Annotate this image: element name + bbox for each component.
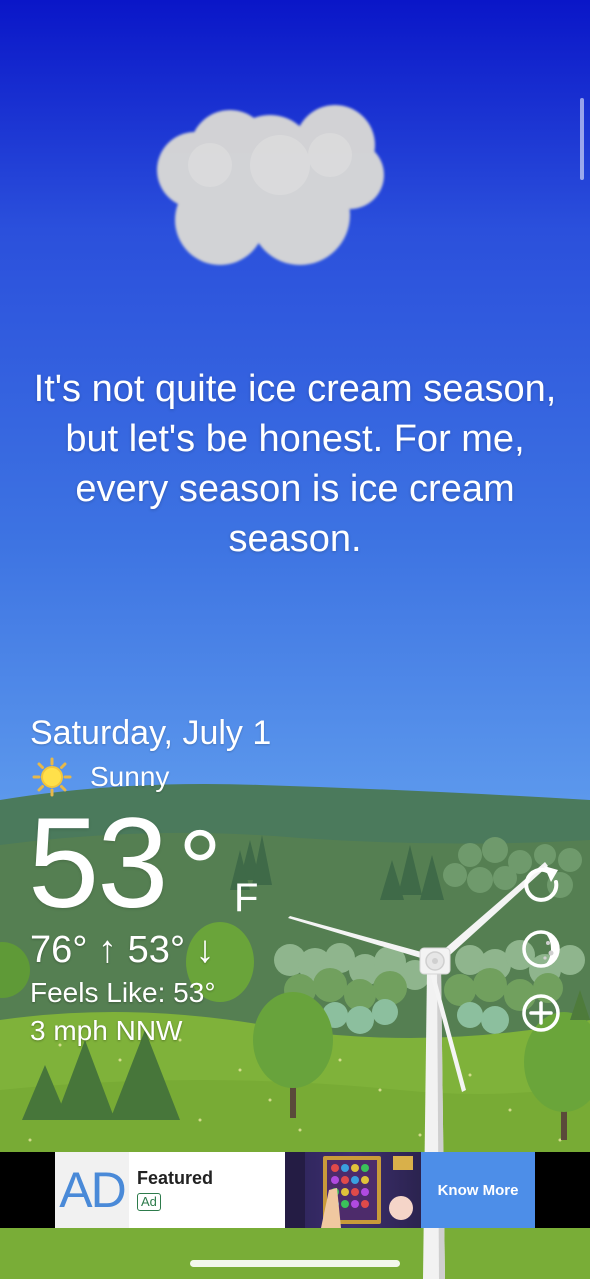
weather-quote: It's not quite ice cream season, but let… bbox=[33, 368, 557, 560]
add-location-button[interactable] bbox=[518, 990, 564, 1036]
sun-icon bbox=[32, 757, 72, 797]
ad-logo-text: AD bbox=[59, 1162, 126, 1218]
high-low-temperature: 76° ↑ 53° ↓ bbox=[30, 929, 215, 971]
degree-symbol: ° bbox=[178, 808, 222, 931]
cloud-icon bbox=[157, 105, 384, 265]
temperature-unit[interactable]: F bbox=[234, 876, 258, 920]
current-temperature: 53 bbox=[28, 792, 168, 935]
ad-game-image bbox=[285, 1152, 421, 1228]
refresh-icon bbox=[524, 866, 559, 902]
home-indicator[interactable] bbox=[190, 1260, 400, 1267]
ad-content[interactable]: AD Featured Ad Know More bbox=[55, 1152, 535, 1228]
theme-icon bbox=[522, 930, 560, 968]
ad-tag: Ad bbox=[137, 1193, 161, 1211]
ad-logo: AD bbox=[55, 1152, 129, 1228]
theme-button[interactable] bbox=[518, 926, 564, 972]
know-more-button[interactable]: Know More bbox=[421, 1152, 535, 1228]
ad-banner[interactable]: AD Featured Ad Know More bbox=[0, 1152, 590, 1228]
ad-text-block: Featured Ad bbox=[129, 1152, 285, 1228]
wind-info: 3 mph NNW bbox=[30, 1015, 183, 1046]
condition-row: Sunny bbox=[32, 757, 169, 797]
ad-title: Featured bbox=[137, 1168, 214, 1188]
add-icon bbox=[522, 994, 560, 1032]
condition-label: Sunny bbox=[90, 761, 170, 792]
feels-like: Feels Like: 53° bbox=[30, 977, 216, 1008]
refresh-button[interactable] bbox=[518, 862, 564, 908]
forecast-date: Saturday, July 1 bbox=[30, 714, 272, 752]
